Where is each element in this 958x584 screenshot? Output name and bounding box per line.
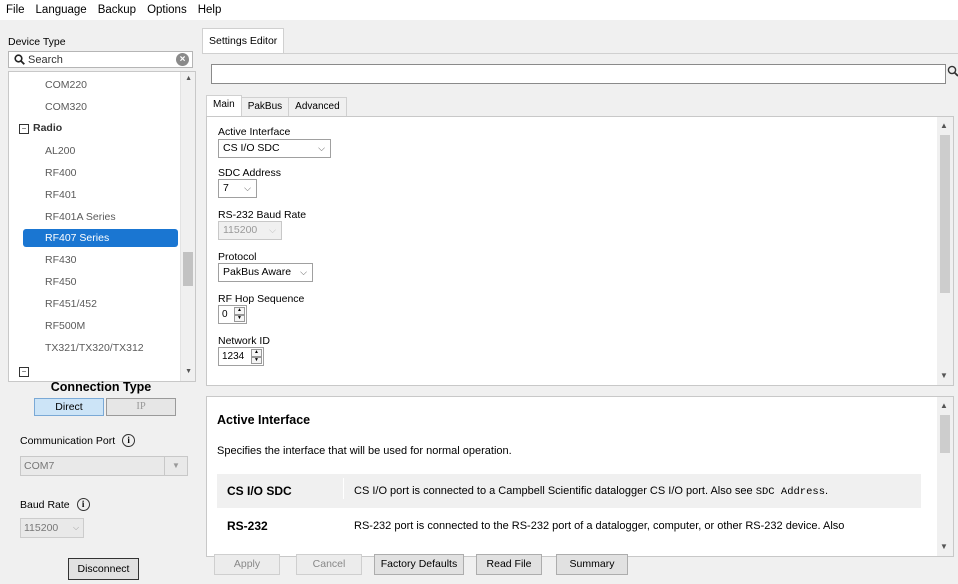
group-radio[interactable]: − Radio [19,119,62,137]
option-key: CS I/O SDC [227,484,292,498]
stepper-down-icon[interactable]: ▼ [251,356,262,364]
active-interface-select[interactable]: CS I/O SDC ⌵ [218,139,331,158]
settings-area: Settings Editor Main PakBus Advanced Act… [202,20,958,584]
tab-advanced[interactable]: Advanced [288,97,347,116]
protocol-label: Protocol [218,251,257,263]
rf-hop-label: RF Hop Sequence [218,293,305,305]
stepper-up-icon[interactable]: ▲ [234,307,245,315]
scrollbar-thumb[interactable] [940,135,950,293]
comm-port-select[interactable]: COM7 ▼ [20,456,188,476]
device-list-scrollbar[interactable]: ▲ ▼ [180,72,195,381]
list-item[interactable]: RF500M [45,317,85,335]
search-icon [12,54,26,65]
rf-hop-stepper[interactable]: 0 ▲ ▼ [218,305,247,324]
help-description: Specifies the interface that will be use… [217,445,512,457]
clear-search-icon[interactable]: × [176,53,189,66]
sdc-address-label: SDC Address [218,167,282,179]
main-settings-pane: Active Interface CS I/O SDC ⌵ SDC Addres… [206,116,954,386]
device-type-label: Device Type [8,36,66,48]
scrollbar-thumb[interactable] [940,415,950,453]
chevron-down-icon[interactable]: ▼ [940,542,948,551]
menu-options[interactable]: Options [141,4,192,16]
collapse-icon[interactable]: − [19,367,29,377]
network-id-label: Network ID [218,335,270,347]
device-search[interactable]: Search × [8,51,193,68]
chevron-down-icon[interactable]: ▼ [940,371,948,380]
baud-rate-select[interactable]: 115200 ⌵ [20,518,84,538]
scrollbar-thumb[interactable] [183,252,193,286]
chevron-down-icon: ⌵ [318,143,325,153]
chevron-down-icon[interactable]: ▼ [185,368,192,375]
list-item-selected[interactable]: RF407 Series [23,229,178,247]
help-table: CS I/O SDC CS I/O port is connected to a… [217,474,921,544]
tab-main[interactable]: Main [206,95,242,116]
chevron-down-icon: ⌵ [300,267,307,277]
baud-rate-field-select[interactable]: 115200 ⌵ [218,221,282,240]
list-item[interactable]: COM320 [45,98,87,116]
connection-type-title: Connection Type [50,380,152,394]
option-key: RS-232 [227,519,268,533]
group-next[interactable]: − [19,362,29,380]
chevron-up-icon[interactable]: ▲ [940,121,948,130]
main-pane-scrollbar[interactable]: ▲ ▼ [937,117,953,385]
list-item[interactable]: RF430 [45,251,77,269]
list-item[interactable]: RF401A Series [45,208,116,226]
device-list: COM220 COM320 − Radio AL200 RF400 RF401 R… [8,71,196,382]
menu-file[interactable]: File [0,4,30,16]
chevron-down-icon: ⌵ [72,523,80,532]
stepper-down-icon[interactable]: ▼ [234,314,245,322]
tab-settings-editor[interactable]: Settings Editor [202,28,284,54]
network-id-stepper[interactable]: 1234 ▲ ▼ [218,347,264,366]
collapse-icon[interactable]: − [19,124,29,134]
menu-language[interactable]: Language [30,4,92,16]
apply-button[interactable]: Apply [214,554,280,575]
menu-help[interactable]: Help [192,4,227,16]
menu-backup[interactable]: Backup [92,4,141,16]
list-item[interactable]: COM220 [45,76,87,94]
help-pane: Active Interface Specifies the interface… [206,396,954,557]
summary-button[interactable]: Summary [556,554,628,575]
info-icon[interactable]: i [76,498,90,511]
chevron-down-icon: ⌵ [244,183,251,193]
menu-bar: File Language Backup Options Help [0,0,958,20]
active-interface-label: Active Interface [218,126,291,138]
baud-rate-label: Baud Rate i [20,498,90,511]
list-item[interactable]: TX321/TX320/TX312 [45,339,144,357]
disconnect-button[interactable]: Disconnect [68,558,139,580]
comm-port-label: Communication Port i [20,434,136,447]
baud-rate-field-label: RS-232 Baud Rate [218,209,307,221]
table-row: RS-232 RS-232 port is connected to the R… [217,509,921,544]
list-item[interactable]: RF450 [45,273,77,291]
list-item[interactable]: RF401 [45,186,77,204]
chevron-up-icon[interactable]: ▲ [185,75,192,82]
chevron-down-icon: ⌵ [269,225,276,235]
sub-tabs: Main PakBus Advanced [206,95,347,116]
chevron-down-icon: ▼ [164,457,187,475]
option-description: CS I/O port is connected to a Campbell S… [343,478,929,499]
sdc-address-select[interactable]: 7 ⌵ [218,179,257,198]
read-file-button[interactable]: Read File [476,554,542,575]
option-description: RS-232 port is connected to the RS-232 p… [343,513,929,533]
list-item[interactable]: RF451/452 [45,295,97,313]
stepper-up-icon[interactable]: ▲ [251,349,262,357]
protocol-select[interactable]: PakBus Aware ⌵ [218,263,313,282]
factory-defaults-button[interactable]: Factory Defaults [374,554,464,575]
list-item[interactable]: AL200 [45,142,75,160]
direct-button[interactable]: Direct [34,398,104,416]
list-item[interactable]: RF400 [45,164,77,182]
search-icon[interactable] [947,65,958,80]
tab-pakbus[interactable]: PakBus [240,97,290,116]
search-input[interactable]: Search [28,54,176,66]
help-title: Active Interface [217,413,311,427]
info-icon[interactable]: i [122,434,136,447]
chevron-up-icon[interactable]: ▲ [940,401,948,410]
table-row: CS I/O SDC CS I/O port is connected to a… [217,474,921,509]
ip-button[interactable]: IP [106,398,176,416]
settings-search-input[interactable] [211,64,946,84]
settings-editor-panel: Main PakBus Advanced Active Interface CS… [202,53,958,584]
help-pane-scrollbar[interactable]: ▲ ▼ [937,397,953,556]
left-panel: Device Type Search × COM220 COM320 − Radi… [0,20,202,583]
cancel-button[interactable]: Cancel [296,554,362,575]
